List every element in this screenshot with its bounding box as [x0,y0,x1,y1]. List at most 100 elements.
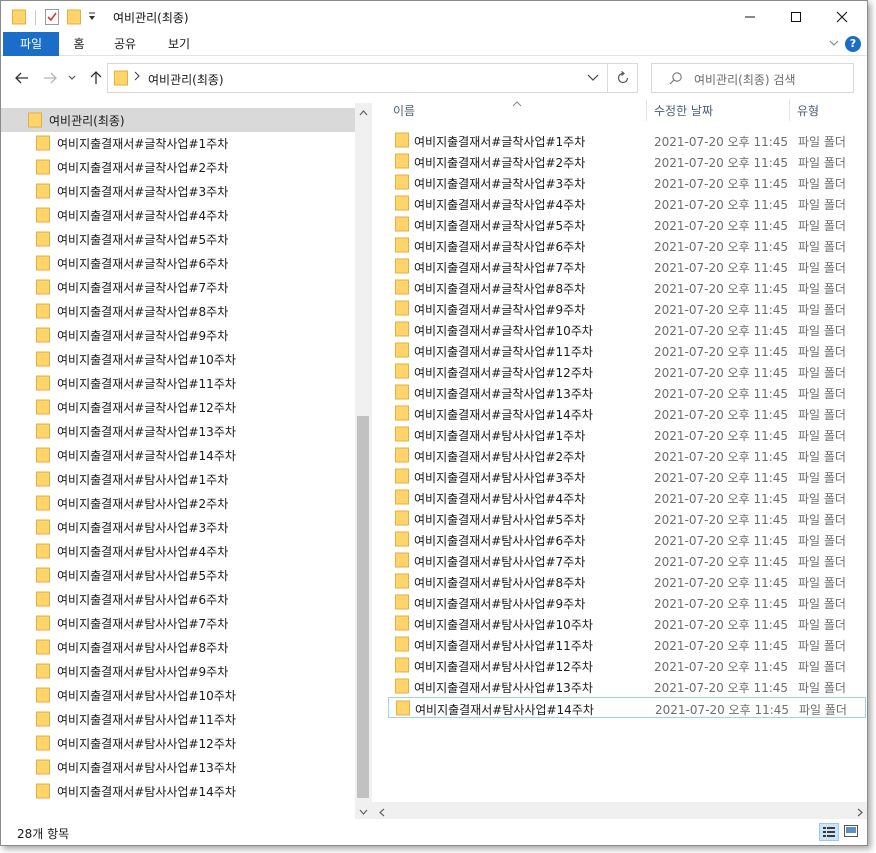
address-bar[interactable]: 여비관리(최종) [107,63,608,93]
recent-locations-button[interactable] [61,67,83,89]
nav-folder-item[interactable]: 여비지출결재서#글착사업#1주차 [1,131,355,155]
file-date: 2021-07-20 오후 11:45 [654,177,789,191]
nav-folder-item[interactable]: 여비지출결재서#탐사사업#12주차 [1,731,355,755]
chevron-right-icon[interactable] [134,70,140,84]
file-row[interactable]: 여비지출결재서#글착사업#5주차 2021-07-20 오후 11:45 파일 폴더 [388,214,866,235]
file-row[interactable]: 여비지출결재서#탐사사업#6주차 2021-07-20 오후 11:45 파일 폴더 [388,529,866,550]
file-row[interactable]: 여비지출결재서#탐사사업#5주차 2021-07-20 오후 11:45 파일 폴더 [388,508,866,529]
column-divider[interactable] [646,99,647,121]
nav-folder-item[interactable]: 여비지출결재서#글착사업#7주차 [1,275,355,299]
file-row[interactable]: 여비지출결재서#탐사사업#2주차 2021-07-20 오후 11:45 파일 폴더 [388,445,866,466]
nav-folder-item[interactable]: 여비지출결재서#탐사사업#10주차 [1,683,355,707]
help-icon[interactable]: ? [845,36,861,52]
column-header-name[interactable]: 이름 [393,102,415,119]
nav-folder-item[interactable]: 여비지출결재서#글착사업#6주차 [1,251,355,275]
file-type: 파일 폴더 [798,618,846,632]
search-input[interactable]: 여비관리(최종) 검색 [694,71,796,88]
back-button[interactable] [11,67,33,89]
scroll-right-arrow[interactable] [855,806,864,820]
nav-root-folder[interactable]: 여비관리(최종) [1,108,355,132]
nav-folder-item[interactable]: 여비지출결재서#탐사사업#5주차 [1,563,355,587]
nav-folder-item[interactable]: 여비지출결재서#글착사업#11주차 [1,371,355,395]
file-row[interactable]: 여비지출결재서#글착사업#1주차 2021-07-20 오후 11:45 파일 폴더 [388,130,866,151]
nav-folder-label: 여비지출결재서#글착사업#6주차 [57,257,229,271]
large-icons-view-button[interactable] [842,823,862,841]
file-row[interactable]: 여비지출결재서#글착사업#10주차 2021-07-20 오후 11:45 파일 폴… [388,319,866,340]
nav-folder-item[interactable]: 여비지출결재서#글착사업#10주차 [1,347,355,371]
file-row[interactable]: 여비지출결재서#글착사업#14주차 2021-07-20 오후 11:45 파일 폴… [388,403,866,424]
nav-folder-item[interactable]: 여비지출결재서#탐사사업#3주차 [1,515,355,539]
properties-icon[interactable] [45,9,59,28]
up-button[interactable] [85,67,107,89]
file-row[interactable]: 여비지출결재서#글착사업#6주차 2021-07-20 오후 11:45 파일 폴더 [388,235,866,256]
customize-qat-icon[interactable] [87,10,97,25]
nav-folder-item[interactable]: 여비지출결재서#글착사업#4주차 [1,203,355,227]
maximize-button[interactable] [773,1,819,32]
nav-folder-item[interactable]: 여비지출결재서#탐사사업#13주차 [1,755,355,779]
nav-folder-item[interactable]: 여비지출결재서#탐사사업#11주차 [1,707,355,731]
chevron-down-icon[interactable] [587,71,599,85]
details-view-button[interactable] [819,823,839,841]
nav-folder-item[interactable]: 여비지출결재서#탐사사업#4주차 [1,539,355,563]
scroll-down-arrow[interactable] [359,805,368,815]
nav-folder-item[interactable]: 여비지출결재서#글착사업#12주차 [1,395,355,419]
nav-folder-item[interactable]: 여비지출결재서#탐사사업#14주차 [1,779,355,803]
nav-folder-item[interactable]: 여비지출결재서#글착사업#2주차 [1,155,355,179]
refresh-button[interactable] [608,63,638,93]
scroll-up-arrow[interactable] [359,107,368,116]
file-row[interactable]: 여비지출결재서#탐사사업#11주차 2021-07-20 오후 11:45 파일 폴… [388,634,866,655]
nav-scrollbar[interactable] [355,103,372,819]
new-folder-icon[interactable] [67,9,81,28]
file-row[interactable]: 여비지출결재서#탐사사업#4주차 2021-07-20 오후 11:45 파일 폴더 [388,487,866,508]
column-header-type[interactable]: 유형 [797,102,819,119]
address-path[interactable]: 여비관리(최종) [148,71,224,88]
nav-folder-item[interactable]: 여비지출결재서#탐사사업#8주차 [1,635,355,659]
file-row[interactable]: 여비지출결재서#탐사사업#1주차 2021-07-20 오후 11:45 파일 폴더 [388,424,866,445]
forward-button[interactable] [39,67,61,89]
file-row[interactable]: 여비지출결재서#글착사업#4주차 2021-07-20 오후 11:45 파일 폴더 [388,193,866,214]
close-button[interactable] [819,1,865,32]
search-box[interactable]: 여비관리(최종) 검색 [651,63,854,93]
file-row[interactable]: 여비지출결재서#글착사업#2주차 2021-07-20 오후 11:45 파일 폴더 [388,151,866,172]
nav-folder-item[interactable]: 여비지출결재서#글착사업#14주차 [1,443,355,467]
file-row[interactable]: 여비지출결재서#탐사사업#10주차 2021-07-20 오후 11:45 파일 폴… [388,613,866,634]
expand-ribbon-icon[interactable] [829,36,839,50]
file-name: 여비지출결재서#탐사사업#7주차 [414,555,586,569]
file-row[interactable]: 여비지출결재서#글착사업#11주차 2021-07-20 오후 11:45 파일 폴… [388,340,866,361]
file-row[interactable]: 여비지출결재서#탐사사업#8주차 2021-07-20 오후 11:45 파일 폴더 [388,571,866,592]
file-row[interactable]: 여비지출결재서#글착사업#8주차 2021-07-20 오후 11:45 파일 폴더 [388,277,866,298]
nav-folder-item[interactable]: 여비지출결재서#탐사사업#2주차 [1,491,355,515]
minimize-button[interactable] [727,1,773,32]
tab-home[interactable]: 홈 [63,32,95,56]
folder-icon [395,321,409,337]
nav-folder-item[interactable]: 여비지출결재서#탐사사업#7주차 [1,611,355,635]
nav-folder-item[interactable]: 여비지출결재서#탐사사업#6주차 [1,587,355,611]
file-row[interactable]: 여비지출결재서#탐사사업#7주차 2021-07-20 오후 11:45 파일 폴더 [388,550,866,571]
list-horizontal-scrollbar[interactable] [372,802,867,820]
file-row[interactable]: 여비지출결재서#탐사사업#3주차 2021-07-20 오후 11:45 파일 폴더 [388,466,866,487]
file-row[interactable]: 여비지출결재서#글착사업#12주차 2021-07-20 오후 11:45 파일 폴… [388,361,866,382]
file-row[interactable]: 여비지출결재서#글착사업#9주차 2021-07-20 오후 11:45 파일 폴더 [388,298,866,319]
nav-folder-item[interactable]: 여비지출결재서#글착사업#9주차 [1,323,355,347]
file-row[interactable]: 여비지출결재서#탐사사업#13주차 2021-07-20 오후 11:45 파일 폴… [388,676,866,697]
file-row[interactable]: 여비지출결재서#탐사사업#14주차 2021-07-20 오후 11:45 파일 폴… [388,697,866,718]
nav-folder-item[interactable]: 여비지출결재서#탐사사업#1주차 [1,467,355,491]
nav-folder-item[interactable]: 여비지출결재서#탐사사업#9주차 [1,659,355,683]
nav-folder-item[interactable]: 여비지출결재서#글착사업#3주차 [1,179,355,203]
file-row[interactable]: 여비지출결재서#탐사사업#12주차 2021-07-20 오후 11:45 파일 폴… [388,655,866,676]
tab-share[interactable]: 공유 [105,32,145,56]
scroll-left-arrow[interactable] [378,806,387,820]
file-row[interactable]: 여비지출결재서#글착사업#7주차 2021-07-20 오후 11:45 파일 폴더 [388,256,866,277]
nav-folder-item[interactable]: 여비지출결재서#글착사업#8주차 [1,299,355,323]
file-row[interactable]: 여비지출결재서#글착사업#3주차 2021-07-20 오후 11:45 파일 폴더 [388,172,866,193]
tab-file[interactable]: 파일 [3,32,59,56]
scroll-thumb[interactable] [357,416,369,798]
column-divider[interactable] [789,99,790,121]
tab-view[interactable]: 보기 [157,32,201,56]
file-row[interactable]: 여비지출결재서#탐사사업#9주차 2021-07-20 오후 11:45 파일 폴더 [388,592,866,613]
file-row[interactable]: 여비지출결재서#글착사업#13주차 2021-07-20 오후 11:45 파일 폴… [388,382,866,403]
nav-folder-item[interactable]: 여비지출결재서#글착사업#5주차 [1,227,355,251]
nav-folder-item[interactable]: 여비지출결재서#글착사업#13주차 [1,419,355,443]
column-header-date[interactable]: 수정한 날짜 [654,102,713,119]
file-name: 여비지출결재서#글착사업#13주차 [414,387,593,401]
